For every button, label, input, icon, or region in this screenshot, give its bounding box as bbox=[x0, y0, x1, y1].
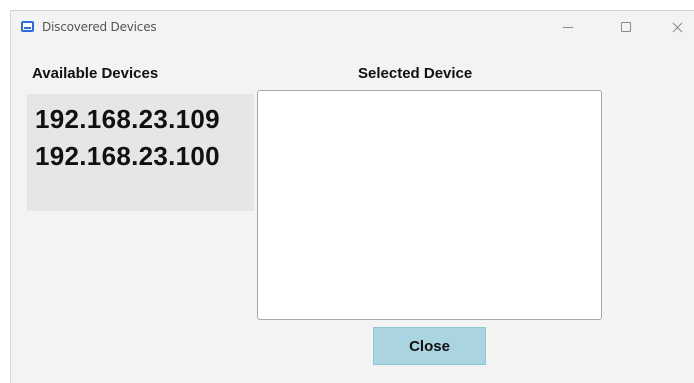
window-title: Discovered Devices bbox=[42, 20, 157, 34]
selected-device-label: Selected Device bbox=[358, 65, 473, 82]
device-list-item[interactable]: 192.168.23.100 bbox=[35, 141, 220, 172]
available-devices-list[interactable]: 192.168.23.109 192.168.23.100 bbox=[27, 94, 254, 211]
close-icon bbox=[672, 22, 683, 33]
maximize-icon bbox=[621, 22, 631, 32]
app-window-icon bbox=[21, 21, 34, 32]
device-list-item[interactable]: 192.168.23.109 bbox=[35, 104, 220, 135]
available-devices-label: Available Devices bbox=[32, 65, 159, 82]
selected-device-box[interactable] bbox=[257, 90, 602, 320]
close-button[interactable]: Close bbox=[373, 327, 486, 365]
minimize-button[interactable] bbox=[556, 17, 580, 37]
discovered-devices-window: Discovered Devices Available Devices Sel… bbox=[10, 10, 694, 383]
maximize-button[interactable] bbox=[614, 17, 638, 37]
title-bar[interactable]: Discovered Devices bbox=[11, 11, 694, 44]
minimize-icon bbox=[563, 26, 573, 28]
window-close-button[interactable] bbox=[665, 17, 689, 37]
